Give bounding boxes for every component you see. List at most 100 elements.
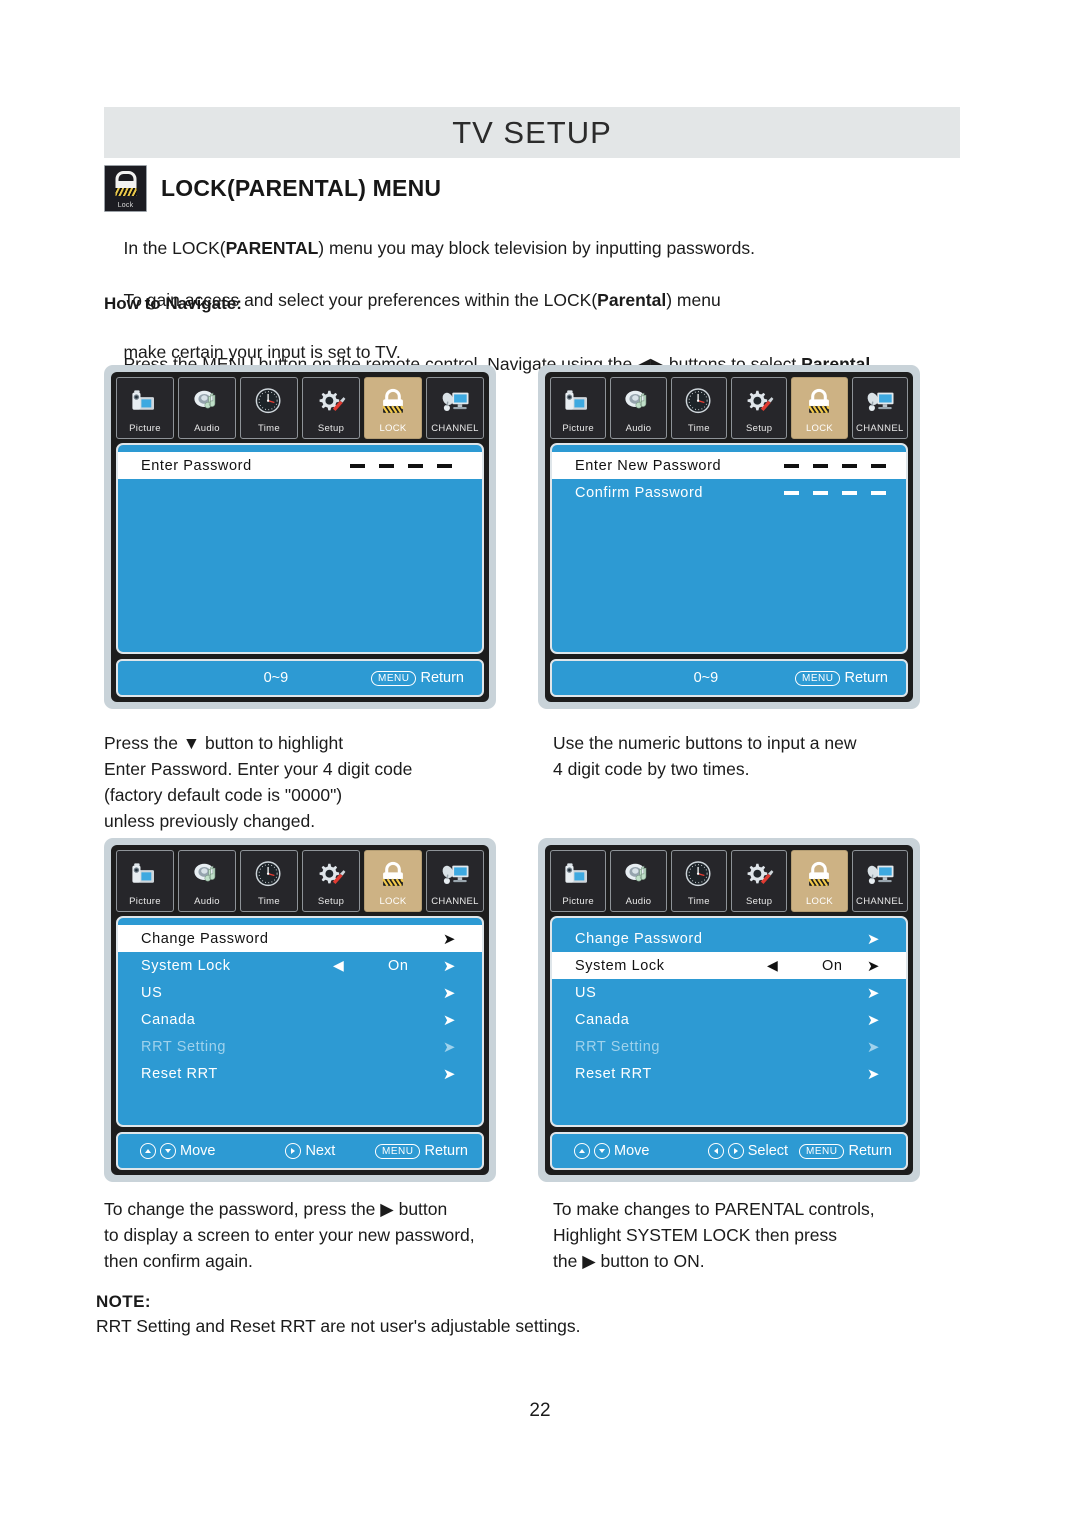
osd-row[interactable]: System Lock ◀ On ➤ <box>118 952 482 979</box>
osd-row[interactable]: Reset RRT ➤ <box>552 1060 906 1087</box>
caption-new-password: Use the numeric buttons to input a new 4… <box>553 733 857 779</box>
clock-icon <box>672 383 726 421</box>
arrow-right-icon[interactable]: ➤ <box>443 957 456 975</box>
monitor-dish-icon <box>427 856 483 894</box>
osd-tab-lock[interactable]: LOCK <box>364 850 422 912</box>
osd-inner-2: Picture Audio Time Setup LOCK CHANNEL En… <box>545 372 913 702</box>
osd-tab-setup[interactable]: Setup <box>730 377 788 439</box>
osd-tab-lock[interactable]: LOCK <box>791 850 848 912</box>
osd-tab-setup[interactable]: Setup <box>302 377 360 439</box>
arrow-right-icon <box>285 1143 302 1159</box>
osd-tab-audio[interactable]: Audio <box>178 377 236 439</box>
arrow-right-icon[interactable]: ➤ <box>867 1065 880 1083</box>
footer-move-label: Move <box>614 1143 650 1159</box>
osd-row[interactable]: US ➤ <box>118 979 482 1006</box>
footer-move[interactable]: Move <box>574 1143 649 1159</box>
osd-row[interactable]: Change Password ➤ <box>552 925 906 952</box>
osd-tab-time[interactable]: Time <box>670 850 727 912</box>
monitor-dish-icon <box>427 383 483 421</box>
monitor-dish-icon <box>853 383 907 421</box>
osd-tab-audio[interactable]: Audio <box>610 377 667 439</box>
arrow-right-icon[interactable]: ➤ <box>867 1011 880 1029</box>
footer-next-label: Next <box>305 1143 336 1159</box>
osd-row[interactable]: RRT Setting ➤ <box>552 1033 906 1060</box>
osd-tab-audio[interactable]: Audio <box>178 850 236 912</box>
arrow-right-icon[interactable]: ➤ <box>867 957 880 975</box>
osd-tab-channel[interactable]: CHANNEL <box>426 850 484 912</box>
arrow-right-icon[interactable]: ➤ <box>443 1038 456 1056</box>
arrow-right-icon[interactable]: ➤ <box>867 984 880 1002</box>
arrow-right-icon[interactable]: ➤ <box>443 984 456 1002</box>
osd-row[interactable]: Canada ➤ <box>552 1006 906 1033</box>
osd-row[interactable]: System Lock ◀ On ➤ <box>552 952 906 979</box>
arrow-right-icon[interactable]: ➤ <box>443 1011 456 1029</box>
footer-select[interactable]: Select <box>707 1143 789 1159</box>
osd-tab-label: Audio <box>625 423 652 434</box>
osd-row-value: On <box>822 957 843 974</box>
footer-select-label: Select <box>747 1143 789 1159</box>
osd-tab-picture[interactable]: Picture <box>116 850 174 912</box>
osd-tab-label: LOCK <box>379 896 407 907</box>
intro-l1a: In the LOCK( <box>123 238 226 258</box>
osd-tab-label: Setup <box>745 896 773 907</box>
osd-tab-setup[interactable]: Setup <box>730 850 788 912</box>
osd-row-label: Canada <box>141 1011 196 1028</box>
arrow-right-icon[interactable]: ➤ <box>867 1038 880 1056</box>
osd-tab-lock[interactable]: LOCK <box>791 377 848 439</box>
osd-row[interactable]: Canada ➤ <box>118 1006 482 1033</box>
gear-screwdriver-icon <box>303 383 359 421</box>
osd-row[interactable]: Reset RRT ➤ <box>118 1060 482 1087</box>
osd-tab-lock[interactable]: LOCK <box>364 377 422 439</box>
osd-tab-channel[interactable]: CHANNEL <box>851 377 908 439</box>
osd-row-label: Reset RRT <box>141 1065 218 1082</box>
footer-return[interactable]: MENU Return <box>799 1143 892 1159</box>
camcorder-icon <box>117 856 173 894</box>
arrow-right-icon[interactable]: ➤ <box>867 930 880 948</box>
arrow-up-icon <box>574 1143 590 1159</box>
osd-row[interactable]: RRT Setting ➤ <box>118 1033 482 1060</box>
osd-tab-label: Time <box>258 896 280 907</box>
speaker-music-icon <box>611 856 665 894</box>
osd-row-label: System Lock <box>575 957 665 974</box>
footer-return[interactable]: MENU Return <box>371 670 464 686</box>
osd-tab-picture[interactable]: Picture <box>116 377 174 439</box>
osd-inner-4: Picture Audio Time Setup LOCK CHANNEL Ch… <box>545 845 913 1175</box>
osd-row[interactable]: US ➤ <box>552 979 906 1006</box>
osd-footer: Move Select MENU Return <box>550 1132 908 1170</box>
osd-tab-channel[interactable]: CHANNEL <box>851 850 908 912</box>
osd-tab-label: Audio <box>194 423 220 434</box>
password-dashes <box>350 463 452 468</box>
speaker-music-icon <box>179 856 235 894</box>
osd-row[interactable]: Enter Password <box>118 452 482 479</box>
osd-row[interactable]: Change Password ➤ <box>118 925 482 952</box>
password-dashes <box>784 490 886 495</box>
padlock-icon <box>792 383 846 421</box>
osd-row[interactable]: Enter New Password <box>552 452 906 479</box>
arrow-left-icon[interactable]: ◀ <box>767 957 778 974</box>
osd-tab-picture[interactable]: Picture <box>550 850 607 912</box>
footer-move[interactable]: Move <box>140 1143 215 1159</box>
osd-parental-menu-right: Picture Audio Time Setup LOCK CHANNEL Ch… <box>538 838 920 1182</box>
osd-tab-channel[interactable]: CHANNEL <box>426 377 484 439</box>
arrow-right-icon[interactable]: ➤ <box>443 930 456 948</box>
footer-next[interactable]: Next <box>285 1143 335 1159</box>
osd-tab-picture[interactable]: Picture <box>550 377 607 439</box>
osd-row[interactable]: Confirm Password <box>552 479 906 506</box>
osd-tab-label: CHANNEL <box>431 896 479 907</box>
footer-return[interactable]: MENU Return <box>795 670 888 686</box>
osd-tab-audio[interactable]: Audio <box>610 850 667 912</box>
osd-tab-setup[interactable]: Setup <box>302 850 360 912</box>
arrow-up-icon <box>140 1143 156 1159</box>
intro-l2c: ) menu <box>666 290 721 310</box>
footer-return[interactable]: MENU Return <box>375 1143 468 1159</box>
arrow-left-icon[interactable]: ◀ <box>333 957 344 974</box>
arrow-right-icon[interactable]: ➤ <box>443 1065 456 1083</box>
osd-tab-time[interactable]: Time <box>240 850 298 912</box>
osd-row-value: On <box>388 957 409 974</box>
osd-enter-new-password: Picture Audio Time Setup LOCK CHANNEL En… <box>538 365 920 709</box>
osd-tab-time[interactable]: Time <box>670 377 727 439</box>
section-title: LOCK(PARENTAL) MENU <box>161 175 442 201</box>
osd-row-label: US <box>141 984 163 1001</box>
footer-move-label: Move <box>180 1143 216 1159</box>
osd-tab-time[interactable]: Time <box>240 377 298 439</box>
